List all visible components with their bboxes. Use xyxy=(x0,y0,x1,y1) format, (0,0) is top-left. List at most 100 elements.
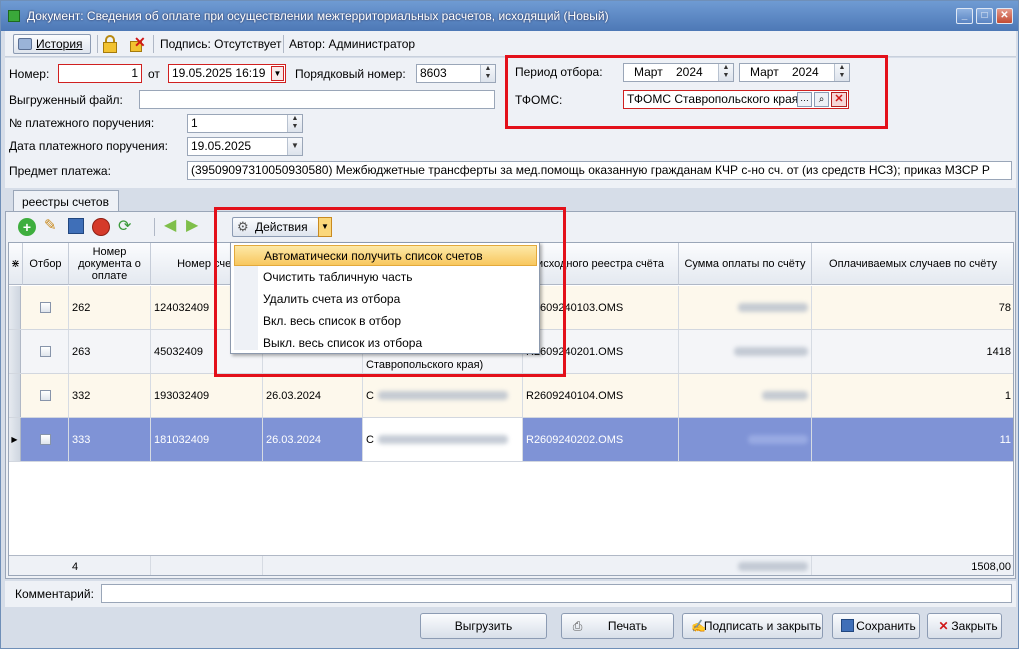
export-button[interactable]: Выгрузить xyxy=(420,613,547,639)
document-window: Документ: Сведения об оплате при осущест… xyxy=(0,0,1019,649)
redacted-value xyxy=(738,303,808,312)
window-title: Документ: Сведения об оплате при осущест… xyxy=(27,9,609,23)
payment-sum-cell xyxy=(679,330,812,373)
total-cases-cell: 1508,00 xyxy=(812,556,1013,575)
uploaded-file-field[interactable] xyxy=(139,90,495,109)
toolbar-separator xyxy=(283,35,284,53)
close-button[interactable]: ✕ Закрыть xyxy=(927,613,1002,639)
row-checkbox[interactable] xyxy=(40,390,51,401)
column-header-payment-sum[interactable]: Сумма оплаты по счёту xyxy=(679,243,812,285)
sign-and-close-button[interactable]: ✍ Подписать и закрыть xyxy=(682,613,823,639)
redacted-value xyxy=(377,435,508,444)
row-checkbox[interactable] xyxy=(40,346,51,357)
payer-cell: С xyxy=(363,418,523,461)
number-field[interactable]: 1 xyxy=(58,64,142,83)
table-row[interactable]: 332 193032409 26.03.2024 С R2609240104.O… xyxy=(9,374,1013,418)
column-header-selection[interactable]: Отбор xyxy=(23,243,69,285)
dropdown-arrow-icon[interactable]: ▼ xyxy=(271,66,284,81)
toolbar-separator xyxy=(154,218,155,236)
unsign-icon[interactable]: ✕ xyxy=(128,35,146,53)
invoice-number-cell: 181032409 xyxy=(151,418,263,461)
ordinal-label: Порядковый номер: xyxy=(295,67,406,81)
ordinal-field[interactable]: 8603 ▲ ▼ xyxy=(416,64,496,83)
author-text: Автор: Администратор xyxy=(289,37,416,51)
redacted-value xyxy=(738,562,808,571)
grid-totals-row: 4 1508,00 xyxy=(9,555,1013,575)
arrow-right-icon[interactable]: ▶ xyxy=(186,217,204,235)
doc-number-cell: 332 xyxy=(69,374,151,417)
save-label: Сохранить xyxy=(856,619,916,633)
total-count-cell: 4 xyxy=(69,556,151,575)
row-checkbox[interactable] xyxy=(40,434,51,445)
payment-sum-cell xyxy=(679,286,812,329)
redacted-value xyxy=(762,391,808,400)
export-label: Выгрузить xyxy=(454,619,513,633)
row-marker xyxy=(9,374,21,417)
add-icon[interactable]: + xyxy=(18,218,36,236)
table-row-selected[interactable]: ▶ 333 181032409 26.03.2024 С R2609240202… xyxy=(9,418,1013,462)
dropdown-arrow-icon[interactable]: ▼ xyxy=(287,138,302,155)
row-marker xyxy=(9,330,21,373)
payment-order-date-field[interactable]: 19.05.2025 ▼ xyxy=(187,137,303,156)
print-button[interactable]: ⎙ Печать xyxy=(561,613,674,639)
edit-icon[interactable]: ✎ xyxy=(44,217,62,235)
sign-close-label: Подписать и закрыть xyxy=(703,619,822,633)
date-value: 19.05.2025 16:19 xyxy=(172,66,266,80)
total-sum-cell xyxy=(679,556,812,575)
row-checkbox[interactable] xyxy=(40,302,51,313)
close-window-button[interactable]: ✕ xyxy=(996,8,1013,24)
document-toolbar: История ✕ Подпись: Отсутствует Автор: Ад… xyxy=(5,31,1016,57)
sign-document-icon: ✍ xyxy=(691,619,706,633)
delete-icon[interactable] xyxy=(92,218,110,236)
number-label: Номер: xyxy=(9,67,50,81)
current-row-marker-icon: ▶ xyxy=(9,418,21,461)
print-label: Печать xyxy=(607,619,648,633)
save-icon[interactable] xyxy=(68,218,84,234)
refresh-icon[interactable]: ⟳ xyxy=(118,217,140,237)
comment-label: Комментарий: xyxy=(15,587,94,601)
row-marker xyxy=(9,286,21,329)
payment-order-date-value: 19.05.2025 xyxy=(191,139,252,153)
save-disk-icon xyxy=(841,619,854,632)
payment-order-number-field[interactable]: 1 ▲ ▼ xyxy=(187,114,303,133)
payment-order-number-label: № платежного поручения: xyxy=(9,116,155,130)
registry-cell: R2609240104.OMS xyxy=(523,374,679,417)
comment-field[interactable] xyxy=(101,584,1012,603)
comment-bar: Комментарий: xyxy=(5,581,1016,607)
registry-cell: R2609240202.OMS xyxy=(523,418,679,461)
paid-cases-cell: 1 xyxy=(812,374,1013,417)
payment-sum-cell xyxy=(679,418,812,461)
arrow-left-icon[interactable]: ◀ xyxy=(164,217,182,235)
redacted-value xyxy=(748,435,808,444)
lock-icon[interactable] xyxy=(102,35,118,53)
actions-highlight-box xyxy=(214,207,566,377)
doc-number-cell: 333 xyxy=(69,418,151,461)
doc-number-cell: 263 xyxy=(69,330,151,373)
spin-buttons-icon[interactable]: ▲ ▼ xyxy=(287,115,302,132)
payment-order-date-label: Дата платежного поручения: xyxy=(9,139,168,153)
column-header-paid-cases[interactable]: Оплачиваемых случаев по счёту xyxy=(812,243,1013,285)
from-label: от xyxy=(148,67,160,81)
printer-icon: ⎙ xyxy=(572,619,583,633)
history-label: История xyxy=(36,37,83,51)
close-icon: ✕ xyxy=(938,619,949,633)
doc-number-cell: 262 xyxy=(69,286,151,329)
date-field[interactable]: 19.05.2025 16:19 ▼ xyxy=(168,64,286,83)
payer-cell: С xyxy=(363,374,523,417)
history-button[interactable]: История xyxy=(13,34,91,54)
date-cell: 26.03.2024 xyxy=(263,374,363,417)
paid-cases-cell: 1418 xyxy=(812,330,1013,373)
column-header-doc-number[interactable]: Номер документа о оплате xyxy=(69,243,151,285)
spin-buttons-icon[interactable]: ▲ ▼ xyxy=(480,65,495,82)
payment-order-number-value: 1 xyxy=(191,116,198,130)
payment-subject-field[interactable]: (39509097310050930580) Межбюджетные тран… xyxy=(187,161,1012,180)
signature-status: Подпись: Отсутствует xyxy=(160,37,282,51)
bottom-button-bar: Выгрузить ⎙ Печать ✍ Подписать и закрыть… xyxy=(1,609,1018,648)
maximize-button[interactable]: □ xyxy=(976,8,993,24)
date-cell: 26.03.2024 xyxy=(263,418,363,461)
payer-text: С xyxy=(366,433,374,446)
redacted-value xyxy=(377,391,508,400)
document-icon xyxy=(8,10,20,22)
minimize-button[interactable]: _ xyxy=(956,8,973,24)
save-button[interactable]: Сохранить xyxy=(832,613,920,639)
